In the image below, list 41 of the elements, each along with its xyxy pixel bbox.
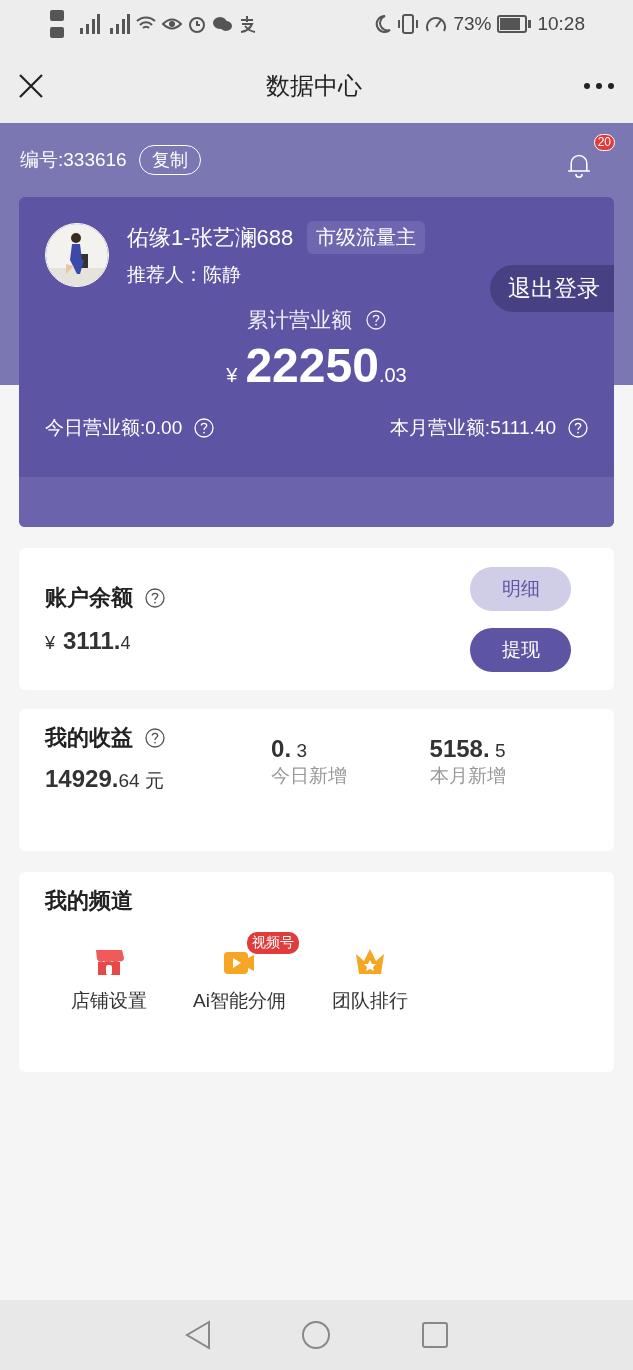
clock-time: 10:28	[537, 13, 585, 35]
logout-button[interactable]: 退出登录	[490, 265, 614, 312]
back-icon[interactable]	[184, 1320, 211, 1350]
eye-icon	[162, 16, 182, 32]
channels-title: 我的频道	[45, 887, 133, 915]
stat-value: 5158. 5	[429, 735, 507, 763]
earnings-title: 我的收益	[45, 724, 133, 752]
channel-item[interactable]: 店铺设置	[71, 946, 147, 1014]
stat-value: 0. 3	[271, 735, 308, 763]
balance-title: 账户余额	[45, 584, 133, 612]
battery-icon	[497, 15, 532, 33]
level-badge: 市级流量主	[307, 221, 426, 254]
vibrate-icon	[397, 13, 420, 35]
stat-label: 今日新增	[271, 764, 349, 788]
user-id: 编号:333616	[20, 148, 127, 172]
referrer-label: 推荐人：陈静	[127, 263, 242, 287]
help-icon[interactable]	[145, 588, 165, 608]
alarm-icon	[188, 15, 206, 33]
user-name: 佑缘1-张艺澜688	[127, 223, 294, 252]
chat-icon	[212, 16, 232, 32]
notification-badge: 20	[593, 134, 615, 151]
channel-badge: 视频号	[247, 932, 299, 954]
today-revenue: 今日营业额:0.00	[45, 416, 183, 440]
withdraw-button[interactable]: 提现	[470, 627, 571, 672]
more-icon[interactable]	[583, 81, 615, 90]
currency-symbol: ¥	[226, 364, 238, 387]
earnings-total: 14929.64 元	[45, 765, 165, 794]
page-title: 数据中心	[265, 70, 362, 101]
details-button[interactable]: 明细	[470, 566, 571, 611]
moon-icon	[373, 14, 392, 34]
total-revenue-amount: 22250.03	[245, 338, 407, 393]
battery-percent: 73%	[453, 13, 492, 35]
close-icon[interactable]	[18, 72, 44, 99]
help-icon[interactable]	[145, 728, 165, 748]
stat-label: 本月新增	[429, 764, 507, 788]
home-icon[interactable]	[300, 1320, 331, 1350]
balance-amount: ¥ 3111.4	[45, 627, 132, 655]
total-revenue-label: 累计营业额	[247, 307, 352, 333]
channel-item[interactable]: 团队排行	[331, 946, 408, 1014]
month-revenue: 本月营业额:5111.40	[389, 416, 556, 440]
recents-icon[interactable]	[420, 1321, 449, 1349]
